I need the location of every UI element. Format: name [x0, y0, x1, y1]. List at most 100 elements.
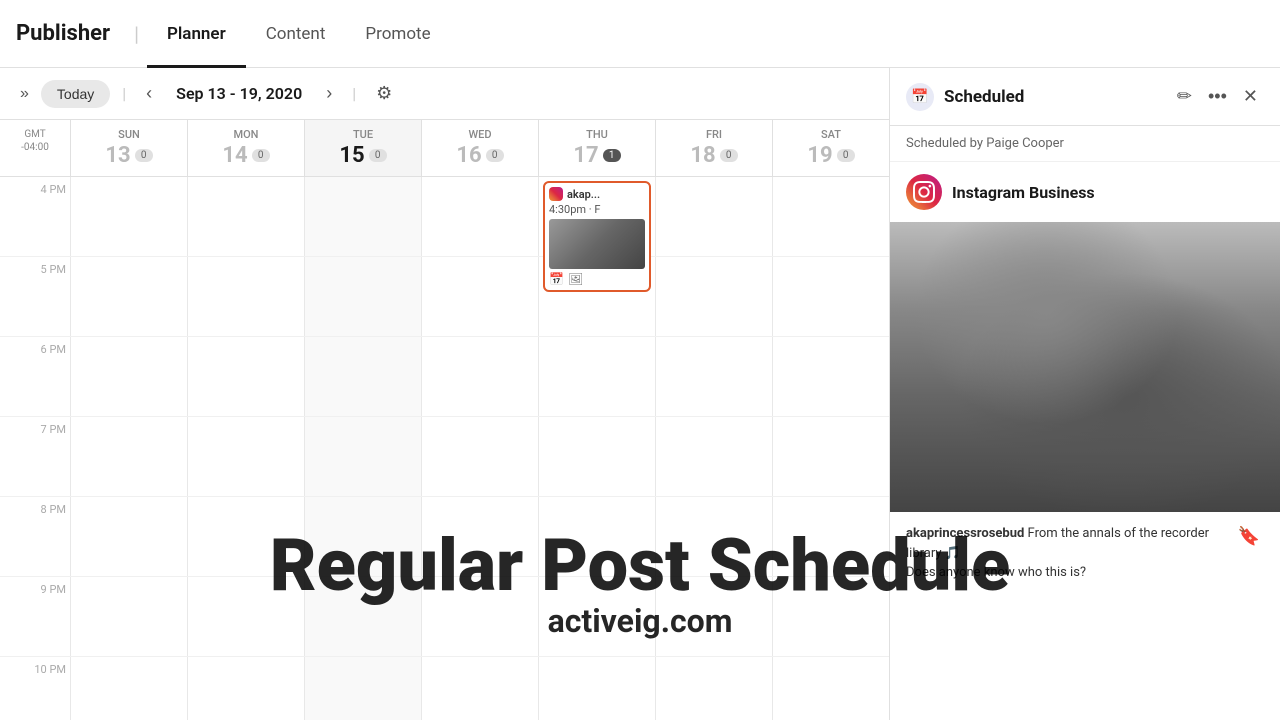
cell-sat-7pm[interactable]: [772, 417, 889, 496]
cell-wed-6pm[interactable]: [421, 337, 538, 416]
cell-sat-8pm[interactable]: [772, 497, 889, 576]
nav-item-planner[interactable]: Planner: [147, 0, 246, 68]
cell-thu-5pm[interactable]: [538, 257, 655, 336]
scheduled-by: Scheduled by Paige Cooper: [890, 126, 1280, 162]
cell-sat-5pm[interactable]: [772, 257, 889, 336]
calendar-toolbar: » Today | ‹ Sep 13 - 19, 2020 › | ⚙: [0, 68, 889, 120]
day-header-fri: Fri 18 0: [655, 120, 772, 176]
panel-account: Instagram Business: [890, 162, 1280, 222]
cell-mon-10pm[interactable]: [187, 657, 304, 720]
cell-tue-5pm[interactable]: [304, 257, 421, 336]
cell-wed-4pm[interactable]: [421, 177, 538, 256]
cell-sun-9pm[interactable]: [70, 577, 187, 656]
cell-mon-5pm[interactable]: [187, 257, 304, 336]
cell-tue-4pm[interactable]: [304, 177, 421, 256]
time-row-10pm: 10 PM: [0, 657, 889, 720]
panel-title: Scheduled: [944, 87, 1161, 107]
cell-fri-9pm[interactable]: [655, 577, 772, 656]
cell-tue-8pm[interactable]: [304, 497, 421, 576]
instagram-icon: [549, 187, 563, 201]
cell-fri-7pm[interactable]: [655, 417, 772, 496]
gmt-header: GMT -04:00: [0, 120, 70, 176]
cell-sun-7pm[interactable]: [70, 417, 187, 496]
cell-fri-10pm[interactable]: [655, 657, 772, 720]
cell-sun-10pm[interactable]: [70, 657, 187, 720]
panel-caption: akaprincessrosebud From the annals of th…: [906, 524, 1224, 583]
cell-mon-4pm[interactable]: [187, 177, 304, 256]
cell-wed-8pm[interactable]: [421, 497, 538, 576]
side-panel: 📅 Scheduled ✏ ••• ✕ Scheduled by Paige C…: [890, 68, 1280, 720]
time-row-7pm: 7 PM: [0, 417, 889, 497]
settings-button[interactable]: ⚙: [368, 79, 400, 108]
nav-item-content[interactable]: Content: [246, 0, 346, 68]
cell-sun-4pm[interactable]: [70, 177, 187, 256]
cell-tue-10pm[interactable]: [304, 657, 421, 720]
cell-wed-9pm[interactable]: [421, 577, 538, 656]
panel-close-button[interactable]: ✕: [1237, 82, 1264, 111]
time-label-7pm: 7 PM: [0, 417, 70, 496]
post-time: 4:30pm · F: [549, 203, 645, 216]
day-header-sun: Sun 13 0: [70, 120, 187, 176]
cell-fri-6pm[interactable]: [655, 337, 772, 416]
day-headers: GMT -04:00 Sun 13 0 Mon 14 0: [0, 120, 889, 177]
cell-mon-8pm[interactable]: [187, 497, 304, 576]
cell-sun-5pm[interactable]: [70, 257, 187, 336]
cell-sun-8pm[interactable]: [70, 497, 187, 576]
nav-item-promote[interactable]: Promote: [345, 0, 450, 68]
caption-subtext: Does anyone know who this is?: [906, 565, 1086, 580]
cell-sat-9pm[interactable]: [772, 577, 889, 656]
cell-thu-7pm[interactable]: [538, 417, 655, 496]
cell-sat-10pm[interactable]: [772, 657, 889, 720]
date-range: Sep 13 - 19, 2020: [168, 84, 310, 103]
cell-mon-7pm[interactable]: [187, 417, 304, 496]
cell-wed-5pm[interactable]: [421, 257, 538, 336]
time-label-4pm: 4 PM: [0, 177, 70, 256]
post-card-header: akap...: [549, 187, 645, 201]
day-header-tue: Tue 15 0: [304, 120, 421, 176]
time-row-5pm: 5 PM: [0, 257, 889, 337]
cell-sat-4pm[interactable]: [772, 177, 889, 256]
time-row-6pm: 6 PM: [0, 337, 889, 417]
calendar-area: » Today | ‹ Sep 13 - 19, 2020 › | ⚙ GMT …: [0, 68, 890, 720]
toolbar-divider: |: [118, 84, 130, 103]
cell-wed-7pm[interactable]: [421, 417, 538, 496]
prev-week-button[interactable]: ‹: [138, 79, 160, 108]
instagram-logo: [906, 174, 942, 210]
cell-mon-6pm[interactable]: [187, 337, 304, 416]
main-layout: » Today | ‹ Sep 13 - 19, 2020 › | ⚙ GMT …: [0, 68, 1280, 720]
cell-tue-7pm[interactable]: [304, 417, 421, 496]
next-week-button[interactable]: ›: [318, 79, 340, 108]
cell-sun-6pm[interactable]: [70, 337, 187, 416]
bookmark-button[interactable]: 🔖: [1234, 524, 1264, 549]
cell-fri-8pm[interactable]: [655, 497, 772, 576]
time-label-10pm: 10 PM: [0, 657, 70, 720]
time-label-9pm: 9 PM: [0, 577, 70, 656]
cell-thu-8pm[interactable]: [538, 497, 655, 576]
time-label-5pm: 5 PM: [0, 257, 70, 336]
nav-divider: |: [126, 22, 147, 46]
day-header-sat: Sat 19 0: [772, 120, 889, 176]
collapse-button[interactable]: »: [16, 81, 33, 107]
cell-thu-9pm[interactable]: [538, 577, 655, 656]
post-handle: akap...: [567, 188, 600, 201]
cell-fri-4pm[interactable]: [655, 177, 772, 256]
time-label-6pm: 6 PM: [0, 337, 70, 416]
cell-thu-4pm[interactable]: akap... 4:30pm · F 📅 🖼: [538, 177, 655, 256]
panel-edit-button[interactable]: ✏: [1171, 82, 1198, 111]
cell-fri-5pm[interactable]: [655, 257, 772, 336]
cell-sat-6pm[interactable]: [772, 337, 889, 416]
cell-thu-10pm[interactable]: [538, 657, 655, 720]
time-label-8pm: 8 PM: [0, 497, 70, 576]
today-button[interactable]: Today: [41, 80, 110, 108]
cell-thu-6pm[interactable]: [538, 337, 655, 416]
publisher-logo: Publisher: [16, 21, 126, 46]
cell-tue-9pm[interactable]: [304, 577, 421, 656]
day-header-wed: Wed 16 0: [421, 120, 538, 176]
cell-tue-6pm[interactable]: [304, 337, 421, 416]
panel-calendar-icon: 📅: [906, 83, 934, 111]
panel-header: 📅 Scheduled ✏ ••• ✕: [890, 68, 1280, 126]
cell-wed-10pm[interactable]: [421, 657, 538, 720]
cell-mon-9pm[interactable]: [187, 577, 304, 656]
panel-more-button[interactable]: •••: [1202, 82, 1233, 111]
caption-username: akaprincessrosebud: [906, 526, 1024, 541]
